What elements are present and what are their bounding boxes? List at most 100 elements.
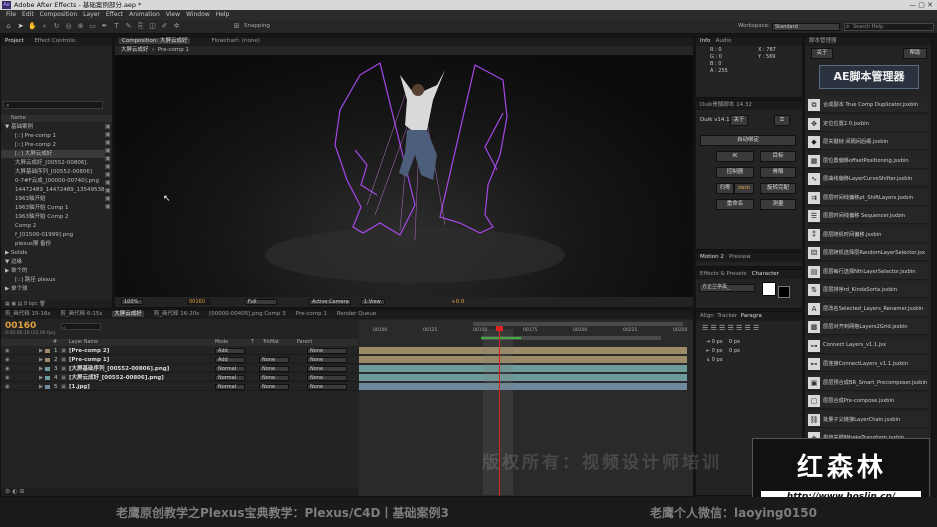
duik-about-button[interactable]: 关于 xyxy=(730,115,748,126)
timeline-search-input[interactable]: ⌕ xyxy=(61,323,101,331)
layer-parent-select[interactable]: None xyxy=(307,366,347,372)
views-select[interactable]: 1 View xyxy=(361,299,385,305)
zoom-tool-icon[interactable]: ⌕ xyxy=(40,22,49,31)
duik-bone-button[interactable]: 骨骼 xyxy=(760,167,796,178)
puppet-tool-icon[interactable]: ✲ xyxy=(172,22,181,31)
space-after[interactable]: 0 px xyxy=(729,348,740,354)
project-search-input[interactable]: ⌕ xyxy=(3,101,103,109)
layer-duration-bar[interactable] xyxy=(359,383,687,390)
script-item[interactable]: A 层改名Selected_Layers_Renamer.jsxbin xyxy=(806,300,928,317)
subtab-precomp-1[interactable]: Pre-comp 1 xyxy=(158,47,189,53)
project-column-name[interactable]: Name xyxy=(1,115,112,122)
duik-rename-button[interactable]: 重命名 xyxy=(716,199,754,210)
tab-paragraph[interactable]: Paragra xyxy=(741,313,762,319)
table-row[interactable]: ◉ ▶ 3 ▣ [大屏基础序列_[00552-00806].png] Normal None… xyxy=(1,365,358,373)
layer-mode-select[interactable]: Normal xyxy=(215,366,245,372)
timeline-tab[interactable]: [00000-00405].png Comp 3 xyxy=(209,311,286,317)
script-about-button[interactable]: 关于 xyxy=(811,48,833,59)
layer-name[interactable]: [大屏云成好_[00552-00806].png] xyxy=(69,374,164,382)
selection-tool-icon[interactable]: ➤ xyxy=(16,22,25,31)
script-item[interactable]: ⛓ 批量子父链接LayerChain.jsxbin xyxy=(806,411,928,428)
label-color-icon[interactable] xyxy=(45,358,50,362)
script-item[interactable]: ⊷ 层连接ConnectLayers_v1.1.jsxbin xyxy=(806,356,928,372)
indent-left[interactable]: 0 px xyxy=(712,339,723,345)
duik-zero-button[interactable]: 归零 xyxy=(716,183,734,194)
camera-select[interactable]: Active Camera xyxy=(309,299,351,305)
pen-tool-icon[interactable]: ✒ xyxy=(100,22,109,31)
project-item[interactable]: 1963轴开始 Comp 2 xyxy=(1,213,105,221)
tab-effect-controls[interactable]: Effect Controls: xyxy=(34,38,76,44)
duik-rotation-button[interactable]: 旋转完配 xyxy=(760,183,796,194)
search-help-input[interactable]: Search Help xyxy=(844,23,934,31)
script-item[interactable]: ◆ 层关键帧 间隔间后缀.jsxbin xyxy=(806,134,928,150)
visibility-icon[interactable]: ◉ xyxy=(5,356,10,364)
menu-composition[interactable]: Composition xyxy=(40,11,77,18)
duik-ik-button[interactable]: IK xyxy=(716,151,754,162)
layer-parent-select[interactable]: None xyxy=(307,375,347,381)
project-item[interactable]: ▼ 基础案例 xyxy=(1,123,105,131)
menu-animation[interactable]: Animation xyxy=(129,11,160,18)
timeline-tab[interactable]: 剪_画代释 15-16s xyxy=(5,311,50,317)
mask-tool-icon[interactable]: ▭ xyxy=(88,22,97,31)
subtab-main-comp[interactable]: 大屏云成好 xyxy=(121,47,149,53)
playhead-handle-icon[interactable] xyxy=(496,326,503,331)
tab-composition[interactable]: Composition: 大屏云成好 xyxy=(119,38,191,44)
tab-tracker[interactable]: Tracker xyxy=(717,313,737,319)
workspace-select[interactable]: Standard xyxy=(772,23,840,31)
stroke-color-swatch[interactable] xyxy=(778,286,790,298)
table-row[interactable]: ◉ ▶ 5 ▣ [1.jpg] Normal None None xyxy=(1,383,358,391)
project-item[interactable]: 大屏云成好_[00552-00806]. xyxy=(1,159,105,167)
col-layer-name[interactable]: Layer Name xyxy=(69,339,98,346)
project-item[interactable]: ▶ 单个球 xyxy=(1,285,105,293)
indent-first[interactable]: 0 px xyxy=(712,357,723,363)
menu-view[interactable]: View xyxy=(166,11,180,18)
work-area-bar[interactable] xyxy=(473,322,683,326)
space-before[interactable]: 0 px xyxy=(712,348,723,354)
layer-name[interactable]: [Pre-comp 2] xyxy=(69,347,109,355)
layer-parent-select[interactable]: None xyxy=(307,348,347,354)
layer-mode-select[interactable]: Normal xyxy=(215,375,245,381)
zoom-select[interactable]: 100% xyxy=(121,299,143,305)
layer-name[interactable]: [Pre-comp 1] xyxy=(69,356,109,364)
duik-zero-alt-button[interactable]: zero xyxy=(734,183,754,194)
expand-icon[interactable]: ▶ xyxy=(39,347,43,355)
window-controls[interactable]: — ▢ ✕ xyxy=(909,0,933,10)
comp-viewer[interactable]: ↖ xyxy=(115,55,693,297)
menu-edit[interactable]: Edit xyxy=(22,11,34,18)
brush-tool-icon[interactable]: ✎ xyxy=(124,22,133,31)
project-item[interactable]: [::] 路径 plexus xyxy=(1,276,105,284)
timeline-tab[interactable]: 大屏云成好 xyxy=(112,311,144,317)
label-color-icon[interactable] xyxy=(45,367,50,371)
timeline-tab[interactable]: 剪_画代释 16-20s xyxy=(154,311,199,317)
script-item[interactable]: ▢ 层层合成Pre-compose.jsxbin xyxy=(806,393,928,409)
script-item[interactable]: ⚄ 层层随机选择层RandomLayerSelector.jsx xyxy=(806,245,928,261)
camera-tool-icon[interactable]: ◎ xyxy=(64,22,73,31)
layer-name[interactable]: [大屏基础序列_[00552-00806].png] xyxy=(69,365,169,373)
table-row[interactable]: ◉ ▶ 4 ▣ [大屏云成好_[00552-00806].png] Normal None N… xyxy=(1,374,358,382)
tab-flowchart[interactable]: Flowchart: (none) xyxy=(211,38,259,44)
time-ruler[interactable]: 00100 00125 00150 00175 00200 00225 00250 xyxy=(359,328,693,336)
script-item[interactable]: ∿ 层曲线偏移LayerCurveShifter.jsxbin xyxy=(806,171,928,187)
visibility-icon[interactable]: ◉ xyxy=(5,374,10,382)
font-select[interactable]: 方正兰亭黑_ xyxy=(699,284,755,292)
tab-motion[interactable]: Motion 2 xyxy=(700,254,724,260)
script-item[interactable]: ▦ 层位置偏移offsetPositioning.jsxbin xyxy=(806,152,928,169)
layer-parent-select[interactable]: None xyxy=(307,384,347,390)
project-item[interactable]: f_[01500-01999].png xyxy=(1,231,105,239)
layer-trkmat-select[interactable]: None xyxy=(259,375,289,381)
layer-duration-bar[interactable] xyxy=(359,356,687,363)
duik-auto-rig-button[interactable]: 自动绑定 xyxy=(700,135,796,146)
snapping-icon[interactable]: ⊞ xyxy=(232,22,241,31)
layer-duration-bar[interactable] xyxy=(359,347,687,354)
duik-controller-button[interactable]: 控制器 xyxy=(716,167,754,178)
script-item[interactable]: ▤ 层层每行选择NthLayerSelector.jsxbin xyxy=(806,263,928,280)
script-item[interactable]: ▣ 层层预合成BR_Smart_Precomposer.jsxbin xyxy=(806,374,928,391)
table-row[interactable]: ◉ ▶ 2 ▣ [Pre-comp 1] Add None None xyxy=(1,356,358,364)
project-item[interactable]: 大屏基础序列_[00552-00806] xyxy=(1,168,105,176)
comp-timecode[interactable]: 00160 xyxy=(187,299,211,305)
duik-lock-button[interactable]: ⚿ xyxy=(774,115,790,126)
timeline-tab[interactable]: 剪_画代释 6-15s xyxy=(60,311,102,317)
tab-character[interactable]: Character xyxy=(752,271,779,277)
layer-parent-select[interactable]: None xyxy=(307,357,347,363)
project-item[interactable]: [::] Pre-comp 2 xyxy=(1,141,105,149)
